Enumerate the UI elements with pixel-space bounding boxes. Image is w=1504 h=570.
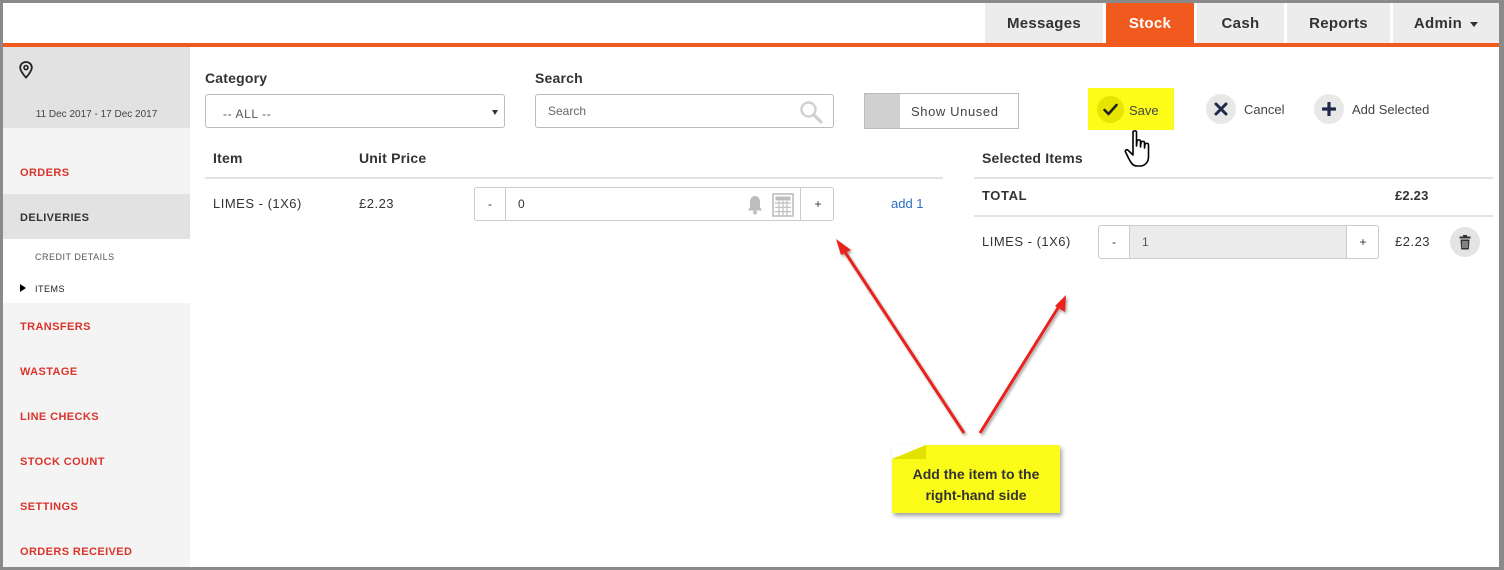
note-fold-corner [892,445,926,459]
annotation-line-2: right-hand side [925,487,1027,503]
annotation-note: Add the item to the right-hand side [892,445,1060,513]
annotation-arrows [836,239,1066,434]
annotation-line-1: Add the item to the [912,466,1040,482]
arrow-to-selected-row [978,295,1066,434]
arrow-to-item-row [836,239,966,434]
app-window: Messages Stock Cash Reports Admin 11 Dec… [0,0,1504,570]
